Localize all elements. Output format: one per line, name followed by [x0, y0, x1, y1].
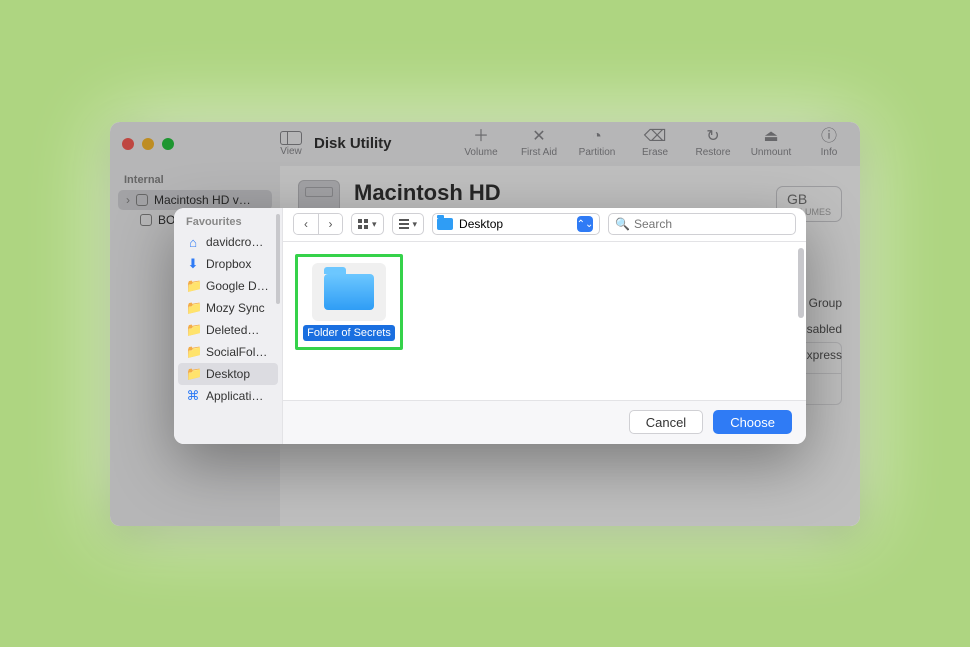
toolbar-label: Partition [579, 147, 616, 158]
traffic-lights[interactable] [122, 138, 174, 150]
sidebar-item-label: Macintosh HD v… [154, 193, 251, 207]
restore-icon: ↻ [706, 129, 719, 145]
favourite-item[interactable]: 📁 Desktop [178, 363, 278, 385]
partition-icon: ◔ [592, 129, 602, 145]
toolbar-unmount[interactable]: ⏏ Unmount [750, 129, 792, 158]
window-title: Disk Utility [314, 135, 392, 152]
favourite-label: Mozy Sync [206, 301, 265, 315]
disk-icon [140, 214, 152, 226]
favourite-item[interactable]: ⌂ davidcro… [178, 232, 278, 253]
list-icon [399, 219, 409, 229]
favourite-item[interactable]: 📁 SocialFol… [178, 341, 278, 363]
favourite-label: Google D… [206, 279, 269, 293]
volume-title: Macintosh HD [354, 180, 501, 206]
maximize-icon[interactable] [162, 138, 174, 150]
right-column-hints: Groupsabledxpress [807, 290, 842, 368]
nav-back-forward[interactable]: ‹ › [293, 213, 343, 235]
favourite-item[interactable]: 📁 Google D… [178, 275, 278, 297]
toolbar-label: Volume [464, 147, 497, 158]
toolbar-volume[interactable]: ＋ Volume [460, 129, 502, 158]
file-item-selected[interactable]: Folder of Secrets [295, 254, 403, 350]
favourite-label: SocialFol… [206, 345, 267, 359]
open-panel-toolbar: ‹ › ▾ ▾ Desktop ⌃⌄ 🔍 [283, 208, 806, 242]
chevron-updown-icon: ⌃⌄ [577, 216, 593, 232]
search-input[interactable] [634, 217, 789, 231]
cancel-button[interactable]: Cancel [629, 410, 703, 434]
scrollbar-icon[interactable] [276, 214, 280, 304]
location-label: Desktop [459, 217, 503, 231]
location-popup[interactable]: Desktop ⌃⌄ [432, 213, 600, 235]
favourites-heading: Favourites [178, 214, 278, 232]
toolbar-label: Restore [695, 147, 730, 158]
open-panel-footer: Cancel Choose [283, 400, 806, 444]
dropbox-icon: ⬇ [186, 256, 200, 272]
folder-icon: 📁 [186, 344, 200, 360]
favourite-label: davidcro… [206, 235, 263, 249]
toolbar-firstaid[interactable]: ✕ First Aid [518, 129, 560, 158]
favourite-label: Deleted… [206, 323, 259, 337]
close-icon[interactable] [122, 138, 134, 150]
group-by-button[interactable]: ▾ [392, 213, 425, 235]
folder-icon: 📁 [186, 322, 200, 338]
folder-icon: 📁 [186, 300, 200, 316]
open-panel: Favourites ⌂davidcro…⬇Dropbox📁Google D…📁… [174, 208, 806, 444]
search-icon: 🔍 [615, 217, 630, 231]
toolbar-label: Erase [642, 147, 668, 158]
toolbar-label: Info [821, 147, 838, 158]
erase-icon: ⌫ [644, 129, 667, 145]
favourite-label: Dropbox [206, 257, 251, 271]
info-icon: ⓘ [821, 129, 837, 145]
favourite-item[interactable]: 📁 Deleted… [178, 319, 278, 341]
grid-icon [358, 219, 368, 229]
search-field[interactable]: 🔍 [608, 213, 796, 235]
folder-icon: 📁 [186, 366, 200, 382]
favourite-label: Applicati… [206, 389, 263, 403]
toolbar-restore[interactable]: ↻ Restore [692, 129, 734, 158]
view-label: View [280, 146, 302, 157]
firstaid-icon: ✕ [532, 129, 545, 145]
open-panel-sidebar: Favourites ⌂davidcro…⬇Dropbox📁Google D…📁… [174, 208, 283, 444]
toolbar-erase[interactable]: ⌫ Erase [634, 129, 676, 158]
titlebar: View Disk Utility ＋ Volume ✕ First Aid ◔ Part… [110, 122, 860, 166]
file-item-label: Folder of Secrets [303, 325, 395, 341]
sidebar-heading: Internal [124, 174, 266, 186]
toolbar-label: Unmount [751, 147, 792, 158]
toolbar-info[interactable]: ⓘ Info [808, 129, 850, 158]
toolbar-partition[interactable]: ◔ Partition [576, 129, 618, 158]
minimize-icon[interactable] [142, 138, 154, 150]
home-icon: ⌂ [186, 235, 200, 250]
folder-icon [437, 218, 453, 230]
sidebar-item[interactable]: › Macintosh HD v… [118, 190, 272, 210]
disk-icon [136, 194, 148, 206]
unmount-icon: ⏏ [763, 129, 778, 145]
forward-button[interactable]: › [318, 214, 342, 234]
chevron-right-icon: › [126, 193, 130, 207]
choose-button[interactable]: Choose [713, 410, 792, 434]
favourite-label: Desktop [206, 367, 250, 381]
scrollbar-icon[interactable] [798, 248, 804, 318]
favourite-item[interactable]: ⌘ Applicati… [178, 385, 278, 407]
folder-icon [324, 274, 374, 310]
apps-icon: ⌘ [186, 388, 200, 404]
icon-view-button[interactable]: ▾ [351, 213, 384, 235]
file-browser[interactable]: Folder of Secrets [283, 242, 806, 400]
favourite-item[interactable]: 📁 Mozy Sync [178, 297, 278, 319]
back-button[interactable]: ‹ [294, 214, 318, 234]
folder-icon: 📁 [186, 278, 200, 294]
view-toggle[interactable]: View [280, 131, 302, 157]
disk-utility-window: View Disk Utility ＋ Volume ✕ First Aid ◔ Part… [110, 122, 860, 526]
volume-icon: ＋ [473, 129, 489, 145]
toolbar-label: First Aid [521, 147, 557, 158]
favourite-item[interactable]: ⬇ Dropbox [178, 253, 278, 275]
sidebar-icon [280, 131, 302, 145]
